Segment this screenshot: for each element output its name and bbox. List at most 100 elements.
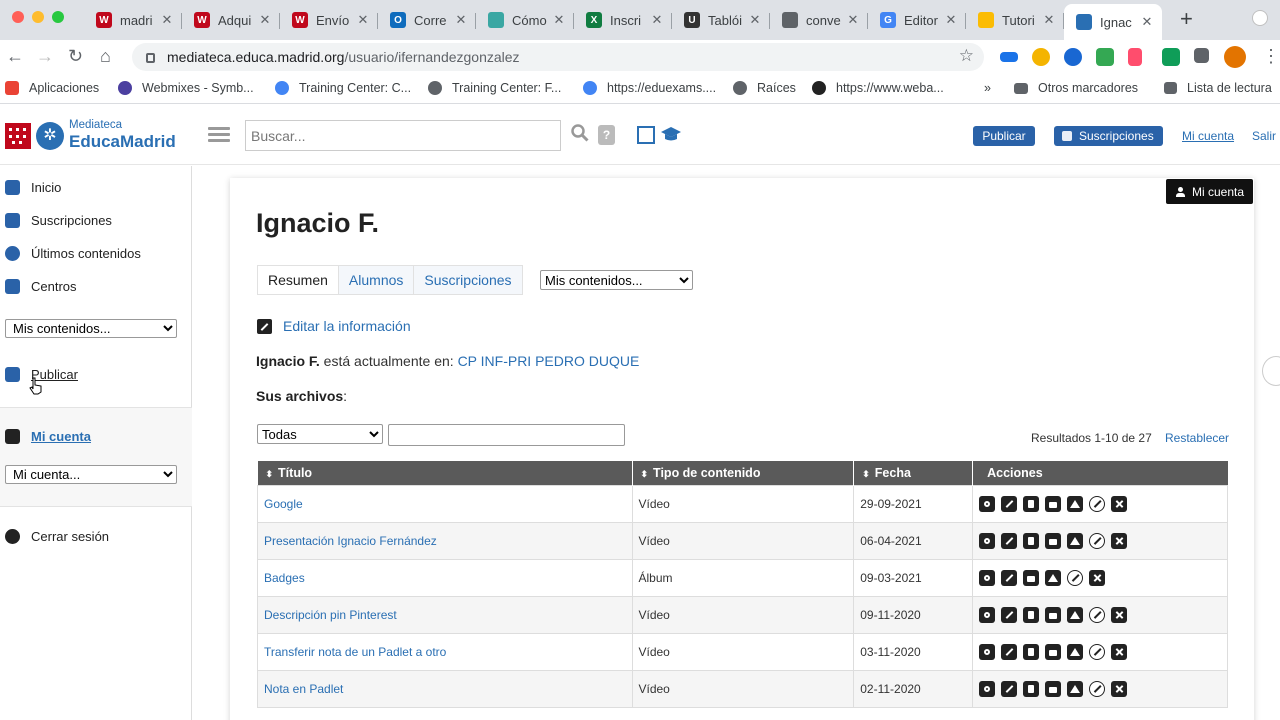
search-input[interactable] [245,120,561,151]
square-view-icon[interactable] [637,126,655,144]
sidebar-item-suscripciones[interactable]: Suscripciones [5,213,112,228]
browser-tab[interactable]: O Corre ✕ [378,4,476,36]
block-icon[interactable] [1089,495,1106,512]
puzzle-icon[interactable] [1194,48,1209,63]
column-header-titulo[interactable]: ⬍ Título [257,461,633,485]
extension-icon[interactable] [1000,52,1018,62]
close-tab-icon[interactable]: ✕ [552,12,566,28]
close-tab-icon[interactable]: ✕ [454,12,468,28]
close-tab-icon[interactable]: ✕ [748,12,762,28]
block-icon[interactable] [1089,680,1106,697]
column-header-fecha[interactable]: ⬍ Fecha [853,461,974,485]
browser-tab[interactable]: Ignac ✕ [1064,4,1162,40]
edit-icon[interactable] [1001,643,1018,660]
edit-icon[interactable] [1001,532,1018,549]
edit-icon[interactable] [1001,680,1018,697]
sidebar-item-mi-cuenta[interactable]: Mi cuenta [5,429,91,444]
side-panel-toggle[interactable] [1262,356,1280,386]
edit-icon[interactable] [1001,495,1018,512]
delete-icon[interactable] [1111,606,1128,623]
bookmark-item[interactable]: Training Center: F... [428,81,561,95]
graduation-cap-icon[interactable] [660,125,682,143]
reset-link[interactable]: Restablecer [1165,431,1229,445]
reload-icon[interactable]: ↻ [68,46,83,66]
cell-title-text[interactable]: Badges [264,571,305,585]
bookmark-item[interactable]: Training Center: C... [275,81,411,95]
extension-icon[interactable] [1128,48,1142,66]
delete-icon[interactable] [1111,643,1128,660]
forward-icon[interactable]: → [36,46,54,66]
save-icon[interactable] [1023,606,1040,623]
tab-resumen[interactable]: Resumen [258,266,338,294]
cell-title-text[interactable]: Transferir nota de un Padlet a otro [264,645,446,659]
view-icon[interactable] [979,495,996,512]
bookmark-item[interactable]: Webmixes - Symb... [118,81,254,95]
cell-title-text[interactable]: Descripción pin Pinterest [264,608,397,622]
view-icon[interactable] [979,569,996,586]
tab-search-icon[interactable] [1252,10,1268,26]
kebab-menu-icon[interactable]: ⋮ [1262,46,1280,66]
browser-tab[interactable]: conve ✕ [770,4,868,36]
logo-big-text[interactable]: EducaMadrid [69,132,176,152]
view-icon[interactable] [979,680,996,697]
type-filter-select[interactable]: Todas [257,424,383,444]
mi-cuenta-link[interactable]: Mi cuenta [1182,129,1234,143]
tab-suscripciones[interactable]: Suscripciones [413,266,522,294]
cell-title-text[interactable]: Google [264,497,303,511]
block-icon[interactable] [1089,606,1106,623]
lock-icon[interactable] [1045,532,1062,549]
home-icon[interactable] [1067,495,1084,512]
delete-icon[interactable] [1089,569,1106,586]
filter-text-input[interactable] [388,424,625,446]
close-tab-icon[interactable]: ✕ [160,12,174,28]
help-icon[interactable]: ? [598,125,615,145]
sidebar-item-cerrar-sesion[interactable]: Cerrar sesión [5,529,109,544]
edit-icon[interactable] [1001,606,1018,623]
home-icon[interactable] [1045,569,1062,586]
publicar-button[interactable]: Publicar [973,126,1035,146]
browser-tab[interactable]: Cómo ✕ [476,4,574,36]
browser-tab[interactable]: Wmadri ✕ [84,4,182,36]
home-icon[interactable] [1067,680,1084,697]
save-icon[interactable] [1023,680,1040,697]
close-tab-icon[interactable]: ✕ [1140,14,1154,30]
delete-icon[interactable] [1111,680,1128,697]
save-icon[interactable] [1023,643,1040,660]
bookmark-item[interactable]: https://www.weba... [812,81,944,95]
block-icon[interactable] [1089,532,1106,549]
delete-icon[interactable] [1111,532,1128,549]
bookmark-star-icon[interactable]: ☆ [959,46,974,66]
sidebar-item-centros[interactable]: Centros [5,279,77,294]
educamadrid-logo-icon[interactable]: ✲ [36,122,64,150]
mi-cuenta-badge[interactable]: Mi cuenta [1166,179,1253,204]
suscripciones-button[interactable]: Suscripciones [1054,126,1163,146]
lock-icon[interactable] [1023,569,1040,586]
lock-icon[interactable] [1045,680,1062,697]
minimize-window-button[interactable] [32,11,44,23]
center-link[interactable]: CP INF-PRI PEDRO DUQUE [458,353,640,369]
reading-list[interactable]: Lista de lectura [1164,81,1272,95]
browser-tab[interactable]: G Editor ✕ [868,4,966,36]
sidebar-cuenta-select[interactable]: Mi cuenta... [5,465,177,484]
lock-icon[interactable] [1045,606,1062,623]
bookmark-item[interactable]: Raíces [733,81,796,95]
browser-tab[interactable]: Tutori ✕ [966,4,1064,36]
new-tab-button[interactable]: + [1180,8,1193,30]
browser-tab[interactable]: W Envío ✕ [280,4,378,36]
sidebar-item-ultimos[interactable]: Últimos contenidos [5,246,141,261]
tab-alumnos[interactable]: Alumnos [337,266,414,294]
close-window-button[interactable] [12,11,24,23]
contenidos-select[interactable]: Mis contenidos... [540,270,693,290]
edit-icon[interactable] [1001,569,1018,586]
cell-title-text[interactable]: Presentación Ignacio Fernández [264,534,437,548]
close-tab-icon[interactable]: ✕ [944,12,958,28]
block-icon[interactable] [1067,569,1084,586]
extension-icon[interactable] [1032,48,1050,66]
save-icon[interactable] [1023,495,1040,512]
close-tab-icon[interactable]: ✕ [846,12,860,28]
edit-info-link[interactable]: Editar la información [257,318,411,334]
extension-icon[interactable] [1096,48,1114,66]
close-tab-icon[interactable]: ✕ [1042,12,1056,28]
bookmark-item[interactable]: https://eduexams.... [583,81,716,95]
maximize-window-button[interactable] [52,11,64,23]
